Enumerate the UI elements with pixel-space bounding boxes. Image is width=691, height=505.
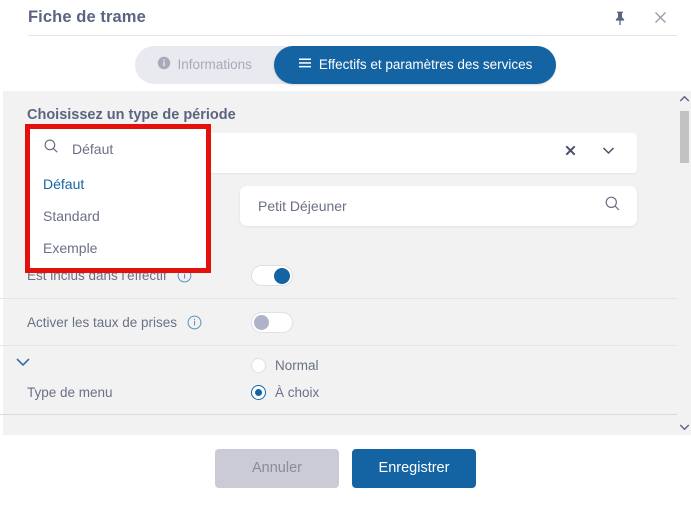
dialog-titlebar: Fiche de trame [0, 0, 691, 35]
cancel-button[interactable]: Annuler [215, 448, 339, 488]
radio-option-normal[interactable]: Normal [251, 358, 319, 373]
row-taux-control [251, 311, 647, 333]
dialog-footer: Annuler Enregistrer [0, 435, 691, 505]
tab-effectifs-label: Effectifs et paramètres des services [318, 57, 533, 72]
period-type-dropdown: Défaut Défaut Standard Exemple [25, 124, 211, 273]
scrollbar-thumb[interactable] [679, 111, 689, 163]
list-lines-icon [298, 56, 312, 73]
dropdown-search-value: Défaut [72, 140, 114, 157]
menu-type-achoix-control: À choix [251, 385, 647, 400]
close-icon[interactable] [649, 7, 671, 29]
toggle-inclus-dans-effectif[interactable] [251, 264, 293, 286]
tab-effectifs-parametres-services[interactable]: Effectifs et paramètres des services [273, 45, 557, 84]
dropdown-option-exemple[interactable]: Exemple [30, 232, 206, 264]
radio-normal[interactable] [251, 358, 266, 373]
scroll-up-chevron-up-icon[interactable] [677, 91, 691, 107]
row-taux-label: Activer les taux de prises [27, 314, 178, 330]
vertical-scrollbar[interactable] [677, 91, 691, 435]
toggle-knob [274, 267, 290, 284]
service-search-row: Petit Déjeuner [240, 186, 637, 226]
menu-type-label: Type de menu [27, 385, 113, 400]
fiche-de-trame-dialog: Fiche de trame Informations Effectifs et… [0, 0, 691, 505]
scrollbar-track[interactable] [679, 107, 689, 419]
page-title: Fiche de trame [28, 8, 146, 26]
search-icon[interactable] [604, 195, 621, 217]
tab-informations[interactable]: Informations [135, 46, 274, 84]
dialog-body: Choisissez un type de période Petit Déje… [0, 91, 691, 435]
row-menu-type-a-choix: Type de menu À choix [0, 385, 677, 415]
titlebar-actions [609, 7, 675, 29]
row-menu-type-normal: Normal [0, 346, 677, 385]
scroll-down-chevron-down-icon[interactable] [677, 419, 691, 435]
chevron-down-icon[interactable] [600, 142, 617, 164]
dropdown-search-field[interactable]: Défaut [30, 129, 206, 168]
toggle-knob [254, 314, 269, 330]
tab-group: Informations Effectifs et paramètres des… [134, 45, 557, 84]
service-search-value: Petit Déjeuner [258, 198, 347, 214]
toggle-taux-de-prises[interactable] [251, 311, 293, 333]
collapse-section-chevron-down-icon[interactable] [14, 353, 32, 371]
row-taux-de-prises: Activer les taux de prises [0, 299, 677, 346]
search-icon [43, 138, 59, 159]
clear-selection-icon[interactable] [563, 143, 578, 163]
menu-type-normal-control: Normal [251, 358, 647, 373]
settings-rows: Est inclus dans l'effectif Activer les t… [0, 252, 677, 415]
radio-normal-label: Normal [275, 358, 319, 373]
row-inclus-control [251, 264, 647, 286]
radio-a-choix[interactable] [251, 385, 266, 400]
pin-icon[interactable] [609, 7, 631, 29]
service-search-field[interactable]: Petit Déjeuner [240, 186, 637, 226]
dropdown-option-standard[interactable]: Standard [30, 200, 206, 232]
tab-bar: Informations Effectifs et paramètres des… [0, 36, 691, 91]
radio-a-choix-label: À choix [275, 385, 320, 400]
save-button[interactable]: Enregistrer [352, 448, 476, 488]
radio-option-a-choix[interactable]: À choix [251, 385, 319, 400]
dropdown-option-defaut[interactable]: Défaut [30, 168, 206, 200]
info-circle-icon [157, 56, 171, 73]
info-icon[interactable] [187, 315, 202, 330]
tab-informations-label: Informations [177, 57, 252, 72]
